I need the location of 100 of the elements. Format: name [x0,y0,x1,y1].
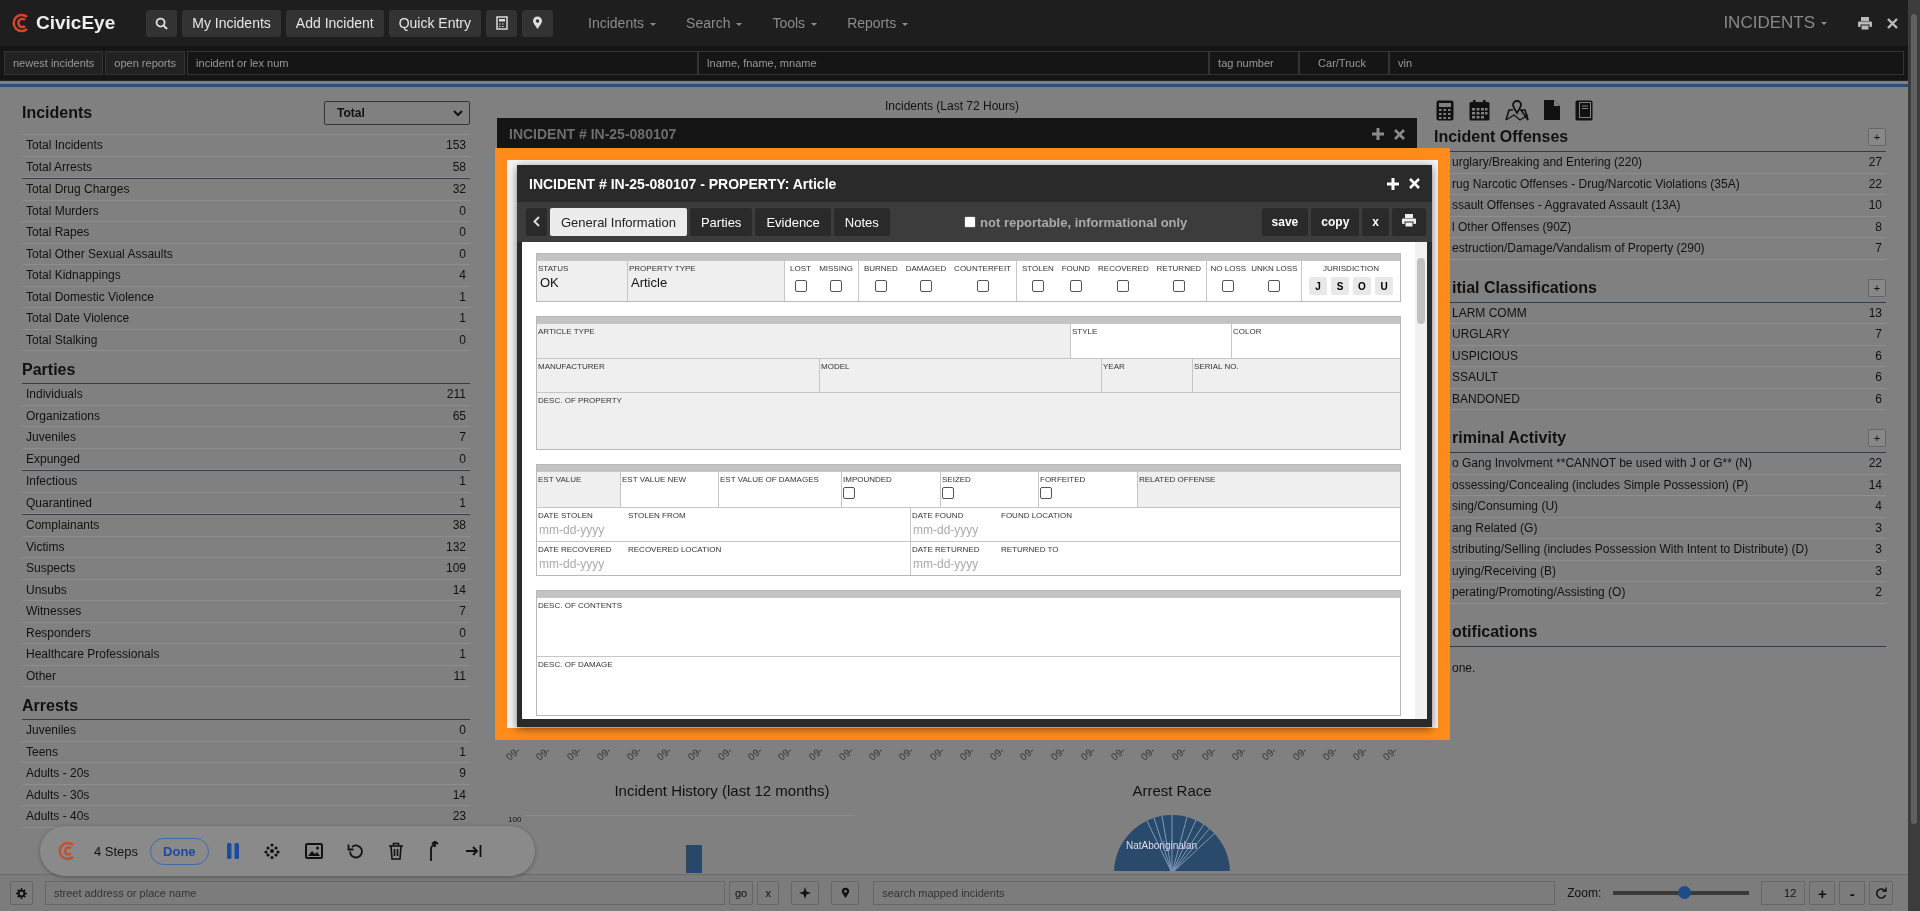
checkbox[interactable] [976,280,989,292]
search-field[interactable]: lname, fname, mname [698,51,1210,75]
axis-tick-label: 100 [508,815,522,826]
search-button[interactable] [146,9,178,37]
zoom-value-field[interactable]: 12 [1761,881,1806,905]
checkbox[interactable] [874,280,887,292]
add-button[interactable]: + [1868,128,1886,146]
calculator-icon[interactable] [1436,99,1454,121]
jurisdiction-button[interactable]: J [1309,277,1327,295]
print-button[interactable] [1392,208,1426,236]
field-label: COUNTERFEIT [954,263,1011,274]
checkbox[interactable] [1117,280,1130,292]
checkbox[interactable] [942,487,954,499]
checkbox[interactable] [1172,280,1185,292]
skip-end-icon[interactable] [465,844,482,858]
checkbox[interactable] [830,280,843,292]
zoom-in-button[interactable]: + [1809,881,1836,905]
zoom-out-button[interactable]: - [1839,881,1866,905]
axis-tick-label: 09- [1260,744,1279,764]
checkbox[interactable] [1268,280,1281,292]
date-field[interactable]: mm-dd-yyyy [912,555,1000,573]
add-button[interactable]: + [1868,429,1886,447]
slider-thumb[interactable] [1678,886,1691,899]
checkbox[interactable] [1069,280,1082,292]
nav-menu[interactable]: Reports [847,15,909,31]
nav-menu[interactable]: Search [686,15,743,31]
jurisdiction-button[interactable]: O [1353,277,1371,295]
axis-tick-label: 09- [836,744,856,764]
back-button[interactable] [526,208,547,236]
add-button[interactable]: + [1868,278,1886,297]
quick-filter-button[interactable]: open reports [105,51,186,75]
quick-filter-button[interactable]: newest incidents [4,51,104,75]
go-button[interactable]: go [729,881,754,905]
tab[interactable]: General Information [550,208,687,236]
map-icon[interactable] [1505,99,1529,121]
checkbox[interactable] [919,280,932,292]
nav-button[interactable]: My Incidents [182,9,281,37]
checkbox[interactable] [794,280,807,292]
locate-button[interactable] [791,881,820,905]
stat-label: sing/Consuming (U) [1452,499,1559,514]
date-field[interactable]: mm-dd-yyyy [538,521,627,539]
field-label: DESC. OF PROPERTY [538,395,623,406]
scrollbar[interactable] [1415,242,1427,719]
checkbox[interactable] [1222,280,1235,292]
field-label: SEIZED [942,474,972,485]
search-field[interactable]: tag number [1209,51,1300,75]
app-logo[interactable]: CivicEye [36,12,116,34]
tab[interactable]: Notes [833,208,890,236]
close-icon[interactable] [1887,17,1898,29]
print-icon[interactable] [1858,16,1872,30]
book-icon[interactable] [1575,99,1593,121]
undo-icon[interactable] [346,842,364,860]
map-pin-button[interactable] [522,9,554,37]
tab[interactable]: Parties [689,208,753,236]
date-field[interactable]: mm-dd-yyyy [538,555,627,573]
stat-label: USPICIOUS [1452,348,1518,363]
scrollbar[interactable] [1908,0,1920,911]
jurisdiction-button[interactable]: U [1375,277,1393,295]
action-button[interactable]: x [1362,208,1389,236]
checkbox[interactable] [843,487,855,499]
trash-icon[interactable] [387,842,404,860]
stat-count: 22 [1868,176,1882,191]
section-heading: Incidents [22,104,93,122]
settings-button[interactable] [10,881,33,905]
map-search-field[interactable]: search mapped incidents [873,881,1556,905]
filter-select[interactable]: Total [324,101,470,125]
nav-menu[interactable]: Incidents [588,15,657,31]
field-value[interactable]: Article [629,275,783,290]
file-icon[interactable] [1544,100,1560,120]
jurisdiction-button[interactable]: S [1331,277,1349,295]
stat-label: Total Other Sexual Assaults [26,246,173,261]
clear-button[interactable]: x [757,881,780,905]
image-icon[interactable] [304,843,323,859]
checkbox[interactable] [1031,280,1044,292]
stat-label: Adults - 30s [26,787,90,802]
stat-count: 0 [459,225,466,240]
stat-label: Total Incidents [26,138,103,153]
nav-button[interactable]: Add Incident [285,9,384,37]
stat-count: 153 [445,138,466,153]
blur-icon[interactable] [262,842,281,860]
axis-tick-label: 09- [1381,744,1400,764]
calculator-button[interactable] [486,9,518,37]
action-button[interactable]: save [1261,208,1309,236]
stat-count: 132 [445,539,466,554]
refresh-button[interactable] [1869,881,1894,905]
nav-button[interactable]: Quick Entry [388,9,482,37]
module-menu[interactable]: INCIDENTS [1723,13,1827,33]
action-button[interactable]: copy [1311,208,1360,236]
checkbox[interactable] [964,216,977,228]
date-field[interactable]: mm-dd-yyyy [912,521,1000,539]
field-value[interactable]: OK [538,275,626,290]
tab[interactable]: Evidence [755,208,831,236]
checkbox[interactable] [1040,487,1052,499]
search-field[interactable]: incident or lex num [187,51,699,75]
stat-label: Juveniles [26,430,77,445]
calendar-icon[interactable] [1469,99,1490,121]
address-field[interactable]: street address or place name [45,881,725,905]
vehicle-select[interactable]: Car/Truck [1299,51,1390,75]
nav-menu[interactable]: Tools [772,15,818,31]
search-field[interactable]: vin [1389,51,1904,75]
